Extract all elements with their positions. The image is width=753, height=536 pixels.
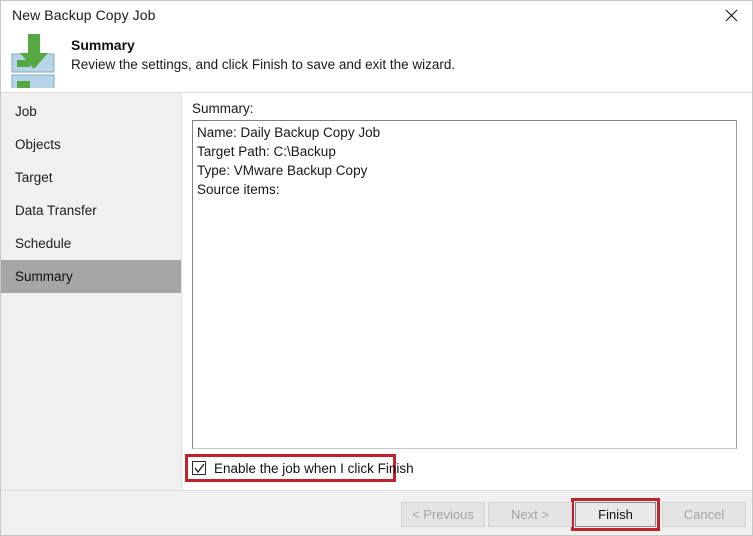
enable-job-label: Enable the job when I click Finish xyxy=(214,460,414,476)
sidebar-item-objects[interactable]: Objects xyxy=(1,128,181,161)
sidebar-item-label: Job xyxy=(15,104,37,119)
sidebar-item-job[interactable]: Job xyxy=(1,95,181,128)
summary-line-target-path: Target Path: C:\Backup xyxy=(197,144,336,159)
title-bar: New Backup Copy Job xyxy=(1,1,752,30)
sidebar-item-label: Target xyxy=(15,170,53,185)
dialog-footer: < Previous Next > Finish Cancel xyxy=(1,490,752,535)
enable-job-checkbox-row[interactable]: Enable the job when I click Finish xyxy=(192,459,414,477)
backup-copy-download-icon xyxy=(10,32,62,94)
sidebar-item-label: Schedule xyxy=(15,236,72,251)
sidebar-item-summary[interactable]: Summary xyxy=(1,260,181,293)
summary-line-name: Name: Daily Backup Copy Job xyxy=(197,125,381,140)
cancel-button[interactable]: Cancel xyxy=(662,502,746,527)
next-button[interactable]: Next > xyxy=(488,502,572,527)
sidebar-item-schedule[interactable]: Schedule xyxy=(1,227,181,260)
sidebar-item-label: Data Transfer xyxy=(15,203,97,218)
sidebar-item-target[interactable]: Target xyxy=(1,161,181,194)
sidebar-item-data-transfer[interactable]: Data Transfer xyxy=(1,194,181,227)
new-backup-copy-job-dialog: New Backup Copy Job Summary Review the s… xyxy=(0,0,753,536)
wizard-step-sidebar: Job Objects Target Data Transfer Schedul… xyxy=(1,93,182,490)
summary-text: Name: Daily Backup Copy Job Target Path:… xyxy=(197,123,734,199)
summary-line-source-items: Source items: xyxy=(197,182,280,197)
wizard-header: Summary Review the settings, and click F… xyxy=(1,30,752,94)
summary-line-type: Type: VMware Backup Copy xyxy=(197,163,368,178)
sidebar-item-label: Objects xyxy=(15,137,61,152)
header-subtitle: Review the settings, and click Finish to… xyxy=(71,57,456,72)
summary-textbox[interactable]: Name: Daily Backup Copy Job Target Path:… xyxy=(192,120,737,449)
enable-job-checkbox[interactable] xyxy=(192,461,206,475)
sidebar-item-label: Summary xyxy=(15,269,73,284)
window-title: New Backup Copy Job xyxy=(12,7,156,23)
summary-pane: Summary: Name: Daily Backup Copy Job Tar… xyxy=(183,93,752,490)
finish-button[interactable]: Finish xyxy=(575,502,656,527)
dialog-body: Job Objects Target Data Transfer Schedul… xyxy=(1,93,752,490)
previous-button[interactable]: < Previous xyxy=(401,502,485,527)
header-title: Summary xyxy=(71,37,135,53)
close-icon[interactable] xyxy=(708,1,752,30)
summary-label: Summary: xyxy=(192,101,254,116)
